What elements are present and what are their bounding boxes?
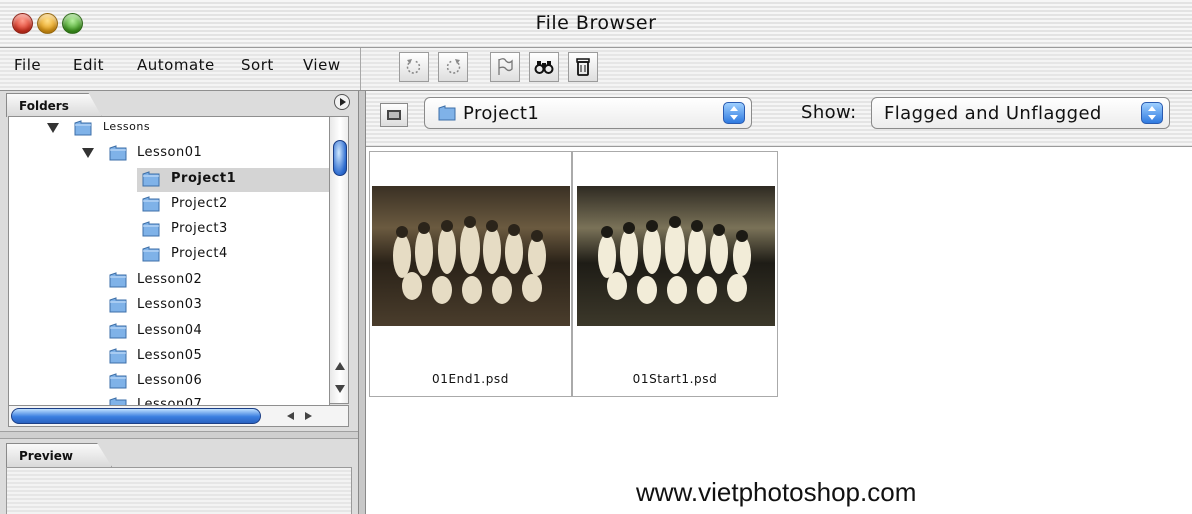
search-button[interactable] (529, 52, 559, 82)
horizontal-scrollbar[interactable] (8, 405, 349, 427)
vertical-scrollbar[interactable] (329, 116, 349, 404)
photo-thumbnail[interactable] (372, 186, 570, 326)
menu-view[interactable]: View (303, 56, 341, 74)
folder-icon (142, 171, 160, 187)
menu-sort[interactable]: Sort (241, 56, 274, 74)
tab-preview[interactable]: Preview (6, 443, 112, 467)
delete-button[interactable] (568, 52, 598, 82)
binoculars-icon (534, 61, 554, 74)
scroll-left-arrow-icon[interactable] (287, 412, 294, 420)
folder-icon (109, 348, 127, 364)
folder-icon (438, 105, 456, 121)
rotate-cw-icon (446, 59, 461, 74)
show-filter-popup[interactable]: Flagged and Unflagged (871, 97, 1170, 129)
tree-item-label: Lesson05 (137, 348, 203, 363)
menu-bar: File Edit Automate Sort View (0, 48, 361, 90)
folder-tree[interactable]: Lessons Lesson01 Project1 Project2 Proje… (8, 116, 330, 406)
tab-folders[interactable]: Folders (6, 93, 102, 117)
thumbnail-item[interactable]: 01End1.psd (369, 151, 572, 397)
location-bar: Project1 Show: Flagged and Unflagged (366, 91, 1192, 147)
tree-item-label: Project3 (171, 221, 228, 236)
flag-icon (498, 58, 513, 75)
tree-item-project1[interactable]: Project1 (137, 168, 329, 192)
menu-edit[interactable]: Edit (73, 56, 104, 74)
rotate-ccw-icon (406, 59, 421, 74)
tree-item-lesson04[interactable]: Lesson04 (9, 320, 329, 344)
tree-item-project3[interactable]: Project3 (137, 218, 329, 242)
trash-icon (576, 58, 590, 76)
vertical-scroll-thumb[interactable] (333, 140, 347, 176)
watermark-text: www.vietphotoshop.com (636, 477, 917, 507)
scroll-right-arrow-icon[interactable] (305, 412, 312, 420)
disclosure-open-icon[interactable] (82, 148, 94, 158)
file-name: 01End1.psd (431, 372, 509, 386)
location-value: Project1 (463, 103, 540, 124)
left-panel: Folders Lessons Lesson01 Project1 Projec… (0, 91, 358, 514)
tree-item-label: Lesson06 (137, 373, 203, 388)
folder-icon (142, 246, 160, 262)
photo-thumbnail[interactable] (577, 186, 775, 326)
thumbnail-item[interactable]: 01Start1.psd (572, 151, 778, 397)
location-popup[interactable]: Project1 (424, 97, 752, 129)
parent-folder-button[interactable] (380, 103, 408, 127)
tree-item-label: Lesson02 (137, 272, 203, 287)
folder-icon (109, 323, 127, 339)
preview-area (6, 467, 352, 514)
pane-divider[interactable] (358, 91, 366, 514)
menu-file[interactable]: File (14, 56, 41, 74)
show-label: Show: (801, 102, 857, 123)
tree-item-lesson06[interactable]: Lesson06 (9, 370, 329, 394)
show-filter-value: Flagged and Unflagged (884, 103, 1102, 124)
tree-item-label: Lesson03 (137, 297, 203, 312)
popup-arrows-icon (723, 102, 745, 124)
tree-item-label: Lesson01 (137, 145, 203, 160)
rotate-right-button[interactable] (438, 52, 468, 82)
flag-button[interactable] (490, 52, 520, 82)
tree-item-label: Lesson04 (137, 323, 203, 338)
tree-item-label: Project1 (171, 171, 237, 186)
file-name: 01Start1.psd (632, 372, 718, 386)
tree-item-label: Lessons (103, 120, 151, 133)
tree-item-project4[interactable]: Project4 (137, 243, 329, 267)
panel-menu-icon[interactable] (334, 94, 350, 110)
tree-item-label: Project4 (171, 246, 228, 261)
scroll-down-arrow-icon[interactable] (335, 385, 345, 393)
tree-item-lesson02[interactable]: Lesson02 (9, 269, 329, 293)
panel-splitter[interactable] (0, 431, 358, 439)
folder-icon (109, 297, 127, 313)
thumbnail-area[interactable]: 01End1.psd 01Start1.psd www.vietphotosho… (366, 147, 1192, 514)
tree-item-label: Project2 (171, 196, 228, 211)
window-title: File Browser (535, 12, 657, 34)
menu-automate[interactable]: Automate (137, 56, 215, 74)
horizontal-scroll-thumb[interactable] (11, 408, 261, 424)
disclosure-open-icon[interactable] (47, 123, 59, 133)
tree-item-project2[interactable]: Project2 (137, 193, 329, 217)
folder-up-icon (387, 110, 401, 120)
tree-item-lesson05[interactable]: Lesson05 (9, 345, 329, 369)
folder-icon (109, 373, 127, 389)
folder-icon (109, 272, 127, 288)
folder-icon (109, 145, 127, 161)
folder-icon (74, 120, 92, 136)
rotate-left-button[interactable] (399, 52, 429, 82)
folder-icon (142, 221, 160, 237)
tree-item-lesson03[interactable]: Lesson03 (9, 294, 329, 318)
title-bar: File Browser (0, 0, 1192, 48)
popup-arrows-icon (1141, 102, 1163, 124)
tree-item-lesson01[interactable]: Lesson01 (9, 142, 329, 166)
tree-item-lessons[interactable]: Lessons (9, 117, 329, 141)
folder-icon (142, 196, 160, 212)
toolbar: File Edit Automate Sort View (0, 48, 1192, 91)
scroll-up-arrow-icon[interactable] (335, 362, 345, 370)
